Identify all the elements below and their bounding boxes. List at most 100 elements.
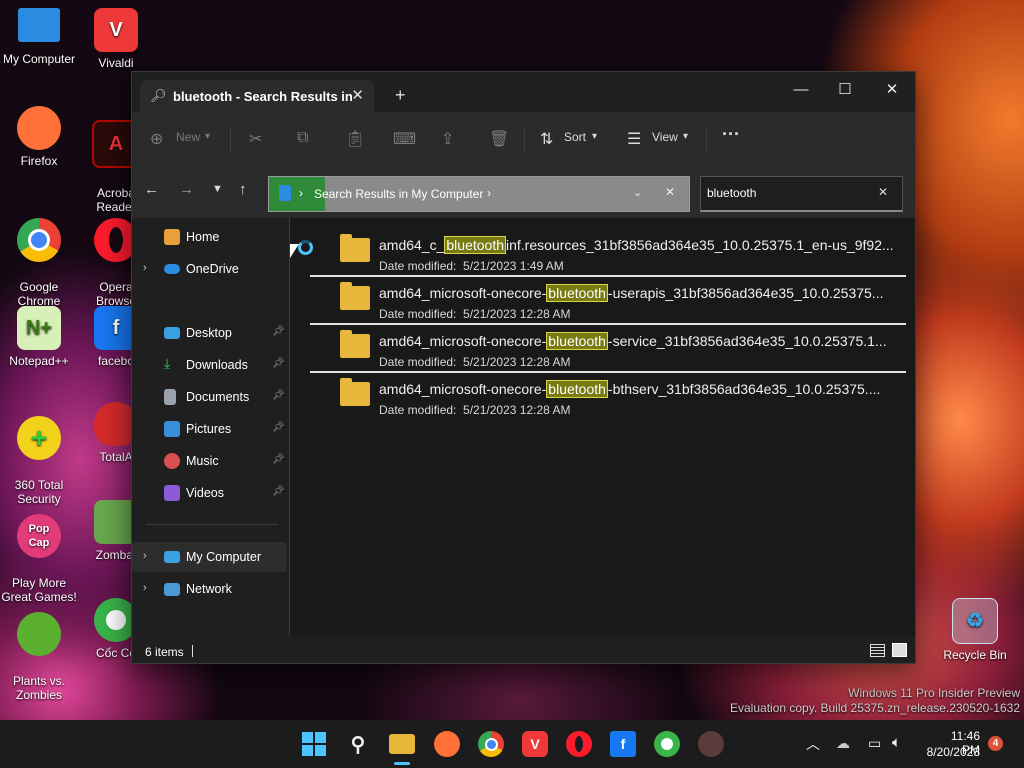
address-history-icon[interactable]: ⌄ bbox=[633, 186, 642, 199]
new-plus-icon[interactable]: ⊕ bbox=[150, 129, 163, 149]
clock-date[interactable]: 8/20/2023 bbox=[920, 745, 980, 759]
back-arrow-icon[interactable]: ← bbox=[144, 181, 159, 198]
facebook-taskbar-button[interactable]: f bbox=[610, 731, 636, 757]
desktop-icon-label: Recycle Bin bbox=[943, 648, 1007, 662]
vivaldi-icon: V bbox=[94, 8, 138, 52]
search-taskbar-button[interactable]: ⚲ bbox=[345, 731, 371, 757]
sidebar-item-videos[interactable]: Videos 📌︎ bbox=[132, 478, 287, 508]
chevron-right-icon[interactable]: › bbox=[143, 262, 147, 274]
desktop-icon-pvz[interactable]: Plants vs. Zombies bbox=[1, 598, 77, 702]
title-bar[interactable]: 🔎︎ bluetooth - Search Results in ✕ + — ☐… bbox=[132, 72, 915, 112]
name-part: amd64_microsoft-onecore- bbox=[379, 285, 547, 301]
vivaldi-taskbar-button[interactable]: V bbox=[522, 731, 548, 757]
delete-icon[interactable]: 🗑︎ bbox=[489, 129, 509, 149]
chevron-right-icon[interactable]: › bbox=[143, 550, 147, 562]
sidebar-item-label: Desktop bbox=[186, 326, 232, 340]
sidebar-item-my-computer[interactable]: › My Computer bbox=[132, 542, 287, 572]
desktop-icon-my-computer[interactable]: My Computer bbox=[1, 8, 77, 66]
clear-search-icon[interactable]: ✕ bbox=[878, 185, 888, 199]
rename-icon[interactable]: ⌨ bbox=[393, 129, 416, 149]
sidebar-item-label: Pictures bbox=[186, 422, 232, 436]
file-name: amd64_microsoft-onecore-bluetooth -servic… bbox=[379, 332, 887, 350]
sort-button[interactable]: Sort bbox=[564, 130, 586, 144]
desktop-icon-360-security[interactable]: + 360 Total Security bbox=[1, 402, 77, 506]
close-window-button[interactable]: ✕ bbox=[869, 76, 915, 104]
chrome-taskbar-button[interactable] bbox=[478, 731, 504, 757]
status-caret bbox=[192, 645, 193, 657]
location-icon bbox=[279, 185, 291, 201]
share-icon[interactable]: ⇪ bbox=[441, 129, 454, 149]
new-button[interactable]: New bbox=[176, 130, 200, 144]
sidebar-item-onedrive[interactable]: › OneDrive bbox=[132, 254, 287, 284]
game-taskbar-button[interactable] bbox=[698, 731, 724, 757]
recent-locations-icon[interactable]: ▼ bbox=[212, 183, 223, 195]
desktop-icon bbox=[164, 327, 180, 339]
opera-taskbar-button[interactable] bbox=[566, 731, 592, 757]
windows-watermark-line2: Evaluation copy. Build 25375.zn_release.… bbox=[730, 701, 1020, 715]
forward-arrow-icon[interactable]: → bbox=[179, 181, 194, 198]
desktop-icon-chrome[interactable]: Google Chrome bbox=[1, 204, 77, 308]
date-modified: Date modified: 5/21/2023 12:28 AM bbox=[379, 355, 570, 369]
sidebar-item-pictures[interactable]: Pictures 📌︎ bbox=[132, 414, 287, 444]
sidebar-item-desktop[interactable]: Desktop 📌︎ bbox=[132, 318, 287, 348]
tab-search-results[interactable]: 🔎︎ bluetooth - Search Results in ✕ bbox=[140, 80, 374, 112]
show-hidden-icons-icon[interactable]: ︿ bbox=[806, 734, 820, 754]
see-more-button[interactable]: ··· bbox=[722, 124, 740, 145]
popcap-icon: Pop Cap bbox=[17, 514, 61, 558]
sort-icon[interactable]: ⇅ bbox=[540, 129, 553, 149]
desktop-icon-recycle-bin[interactable]: ♻ Recycle Bin bbox=[937, 598, 1013, 662]
sidebar-item-network[interactable]: › Network bbox=[132, 574, 287, 604]
view-icon[interactable]: ☰ bbox=[627, 129, 641, 149]
address-bar[interactable]: › Search Results in My Computer › ⌄ ✕ bbox=[268, 176, 690, 212]
volume-icon[interactable]: 🔈︎ bbox=[892, 734, 901, 751]
list-item[interactable]: amd64_microsoft-onecore-bluetooth -bthser… bbox=[310, 372, 906, 420]
name-part: -userapis_31bf3856ad364e35_10.0.25375... bbox=[607, 285, 884, 301]
start-button[interactable] bbox=[301, 731, 327, 757]
search-hit-highlight: bluetooth bbox=[444, 236, 506, 254]
toolbar-divider bbox=[230, 126, 231, 152]
minimize-button[interactable]: — bbox=[778, 76, 824, 104]
desktop-icon-notepadpp[interactable]: N+ Notepad++ bbox=[1, 306, 77, 368]
up-arrow-icon[interactable]: ↑ bbox=[239, 181, 247, 198]
desktop-icon-popcap[interactable]: Pop Cap Play More Great Games! bbox=[1, 500, 77, 604]
chevron-right-icon[interactable]: › bbox=[143, 582, 147, 594]
copy-icon[interactable]: ⧉ bbox=[297, 129, 308, 147]
cut-icon[interactable]: ✂ bbox=[249, 129, 262, 149]
item-count: 6 items bbox=[145, 645, 184, 659]
sidebar-item-downloads[interactable]: ⤓ Downloads 📌︎ bbox=[132, 350, 287, 380]
sidebar-item-home[interactable]: Home bbox=[132, 222, 287, 252]
sidebar-item-music[interactable]: Music 📌︎ bbox=[132, 446, 287, 476]
list-item[interactable]: amd64_microsoft-onecore-bluetooth -userap… bbox=[310, 276, 906, 324]
network-status-icon[interactable]: ☁ bbox=[836, 735, 850, 752]
tiles-view-icon[interactable] bbox=[892, 643, 907, 657]
file-explorer-taskbar-button[interactable] bbox=[389, 734, 415, 754]
desktop-icon-vivaldi[interactable]: V Vivaldi bbox=[78, 8, 154, 70]
search-box[interactable]: bluetooth ✕ bbox=[700, 176, 903, 212]
list-item[interactable]: amd64_c_ bluetooth inf.resources_31bf3856a… bbox=[310, 228, 906, 276]
sidebar-item-label: Videos bbox=[186, 486, 224, 500]
coccoc-taskbar-button[interactable] bbox=[654, 731, 680, 757]
cancel-search-icon[interactable]: ✕ bbox=[665, 185, 675, 199]
paste-icon[interactable]: 📋︎ bbox=[345, 129, 365, 149]
firefox-taskbar-button[interactable] bbox=[434, 731, 460, 757]
date-value: 5/21/2023 12:28 AM bbox=[463, 307, 571, 321]
new-tab-icon[interactable]: + bbox=[395, 85, 406, 106]
search-hit-highlight: bluetooth bbox=[546, 380, 608, 398]
pin-icon: 📌︎ bbox=[272, 486, 285, 497]
sidebar-item-documents[interactable]: Documents 📌︎ bbox=[132, 382, 287, 412]
close-tab-icon[interactable]: ✕ bbox=[351, 86, 364, 104]
list-item[interactable]: amd64_microsoft-onecore-bluetooth -servic… bbox=[310, 324, 906, 372]
firefox-icon bbox=[17, 106, 61, 150]
notification-badge[interactable]: 4 bbox=[988, 736, 1003, 751]
view-button[interactable]: View bbox=[652, 130, 678, 144]
search-input[interactable]: bluetooth bbox=[707, 186, 756, 200]
active-app-indicator bbox=[394, 762, 410, 765]
date-modified: Date modified: 5/21/2023 12:28 AM bbox=[379, 403, 570, 417]
display-icon[interactable]: ▭ bbox=[868, 735, 881, 752]
desktop-icon-firefox[interactable]: Firefox bbox=[1, 106, 77, 168]
music-icon bbox=[164, 453, 180, 469]
folder-icon bbox=[340, 234, 370, 262]
maximize-button[interactable]: ☐ bbox=[822, 76, 868, 104]
name-part: amd64_c_ bbox=[379, 237, 445, 253]
details-view-icon[interactable] bbox=[870, 644, 885, 657]
